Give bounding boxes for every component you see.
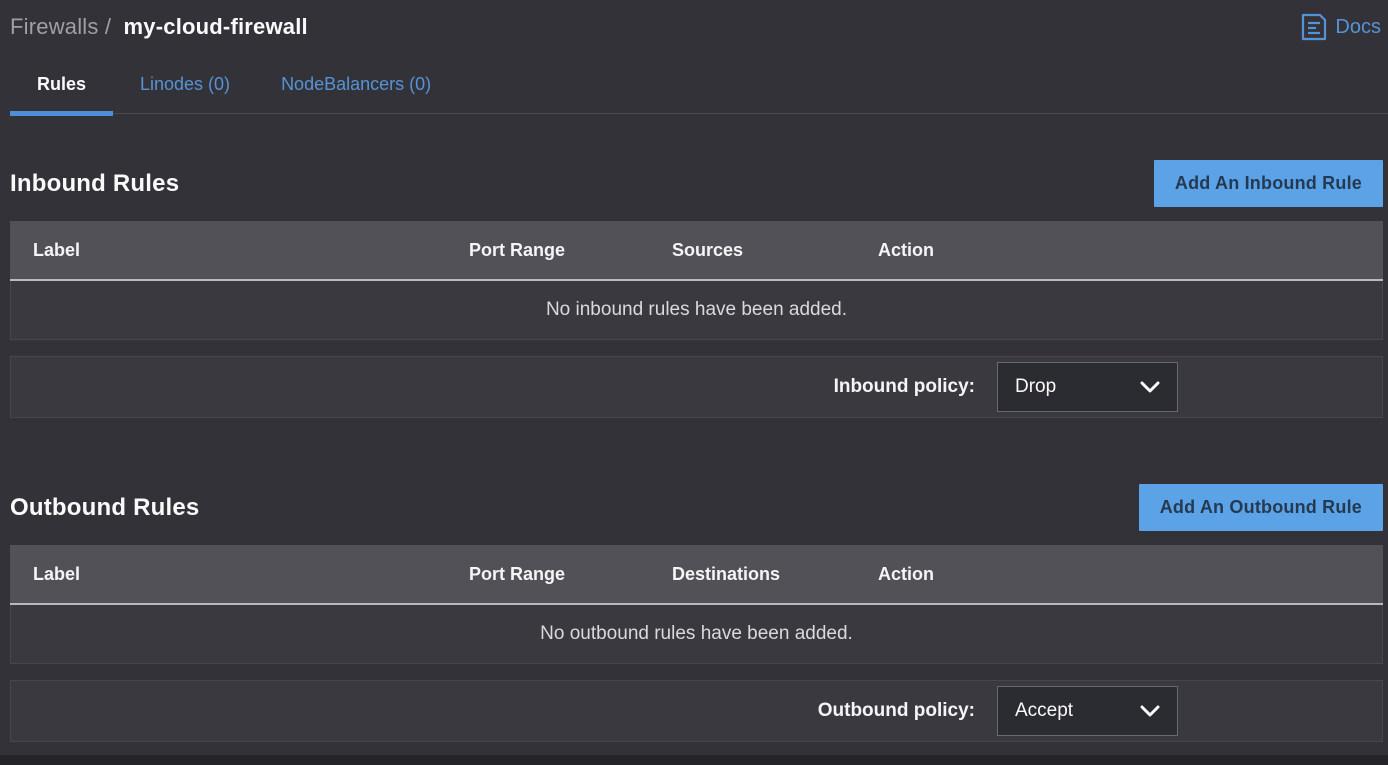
outbound-column-port-range: Port Range xyxy=(469,564,672,585)
add-outbound-rule-button[interactable]: Add An Outbound Rule xyxy=(1139,484,1383,531)
inbound-column-port-range: Port Range xyxy=(469,240,672,261)
inbound-column-sources: Sources xyxy=(672,240,878,261)
outbound-policy-label: Outbound policy: xyxy=(818,700,975,722)
outbound-policy-select[interactable]: Accept xyxy=(997,686,1178,736)
outbound-column-action: Action xyxy=(878,564,1383,585)
inbound-policy-value: Drop xyxy=(1015,376,1056,398)
inbound-rules-table: Label Port Range Sources Action No inbou… xyxy=(10,221,1383,340)
outbound-empty-message: No outbound rules have been added. xyxy=(540,623,853,645)
tab-rules[interactable]: Rules xyxy=(10,74,113,95)
outbound-policy-row: Outbound policy: Accept xyxy=(10,680,1383,742)
tab-divider-line xyxy=(10,113,1388,114)
outbound-rules-title: Outbound Rules xyxy=(10,494,199,522)
inbound-policy-row: Inbound policy: Drop xyxy=(10,356,1383,418)
outbound-column-label: Label xyxy=(10,564,469,585)
active-tab-indicator xyxy=(10,111,113,116)
breadcrumb-current-firewall: my-cloud-firewall xyxy=(124,14,308,39)
outbound-section-header: Outbound Rules Add An Outbound Rule xyxy=(10,484,1383,531)
inbound-policy-select[interactable]: Drop xyxy=(997,362,1178,412)
inbound-empty-row: No inbound rules have been added. xyxy=(10,281,1383,340)
inbound-empty-message: No inbound rules have been added. xyxy=(546,299,847,321)
top-bar: Firewalls / my-cloud-firewall Docs xyxy=(10,0,1383,42)
inbound-rules-title: Inbound Rules xyxy=(10,170,179,198)
bottom-edge-strip xyxy=(0,755,1388,765)
outbound-table-header: Label Port Range Destinations Action xyxy=(10,545,1383,605)
tab-divider xyxy=(10,111,1383,116)
inbound-section-header: Inbound Rules Add An Inbound Rule xyxy=(10,160,1383,207)
docs-link-label: Docs xyxy=(1335,16,1381,39)
inbound-policy-label: Inbound policy: xyxy=(834,376,975,398)
document-icon xyxy=(1301,13,1327,41)
outbound-policy-value: Accept xyxy=(1015,700,1073,722)
outbound-empty-row: No outbound rules have been added. xyxy=(10,605,1383,664)
outbound-rules-table: Label Port Range Destinations Action No … xyxy=(10,545,1383,664)
add-inbound-rule-button[interactable]: Add An Inbound Rule xyxy=(1154,160,1383,207)
inbound-column-label: Label xyxy=(10,240,469,261)
breadcrumb-firewalls-link[interactable]: Firewalls / xyxy=(10,14,111,39)
inbound-column-action: Action xyxy=(878,240,1383,261)
tab-bar: Rules Linodes (0) NodeBalancers (0) xyxy=(10,74,1383,95)
docs-link[interactable]: Docs xyxy=(1301,13,1383,41)
breadcrumb: Firewalls / my-cloud-firewall xyxy=(10,14,308,40)
inbound-table-header: Label Port Range Sources Action xyxy=(10,221,1383,281)
chevron-down-icon xyxy=(1140,705,1160,717)
outbound-column-destinations: Destinations xyxy=(672,564,878,585)
tab-nodebalancers[interactable]: NodeBalancers (0) xyxy=(281,74,431,95)
firewall-detail-page: Firewalls / my-cloud-firewall Docs Rules… xyxy=(0,0,1388,742)
tab-linodes[interactable]: Linodes (0) xyxy=(140,74,230,95)
chevron-down-icon xyxy=(1140,381,1160,393)
